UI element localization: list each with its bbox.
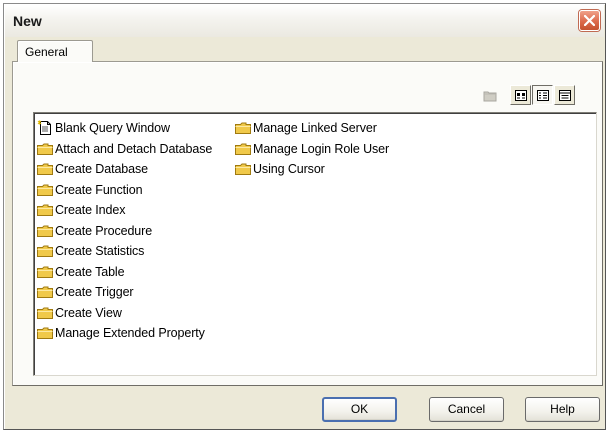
help-button[interactable]: Help — [525, 397, 600, 422]
folder-icon — [37, 163, 53, 175]
folder-icon — [235, 122, 251, 134]
list-column-2: Manage Linked Server Manage Login Role U… — [235, 120, 389, 182]
list-item-folder[interactable]: Manage Login Role User — [235, 141, 389, 162]
list-item-blank-query-window[interactable]: Blank Query Window — [37, 120, 212, 141]
list-item-folder[interactable]: Create Database — [37, 161, 212, 182]
folder-icon — [235, 143, 251, 155]
list-item-folder[interactable]: Create Function — [37, 182, 212, 203]
up-folder-button[interactable] — [479, 85, 500, 105]
folder-icon — [37, 266, 53, 278]
general-panel: Blank Query Window Attach and Detach Dat… — [12, 61, 603, 386]
folder-icon — [37, 204, 53, 216]
close-button[interactable] — [579, 10, 600, 31]
folder-icon — [37, 286, 53, 298]
list-item-label: Attach and Detach Database — [55, 141, 213, 156]
dialog-title: New — [13, 13, 42, 29]
list-item-folder[interactable]: Create View — [37, 305, 212, 326]
folder-icon — [235, 163, 251, 175]
title-bar[interactable]: New — [5, 5, 604, 37]
folder-icon — [37, 245, 53, 257]
list-item-folder[interactable]: Attach and Detach Database — [37, 141, 212, 162]
ok-button[interactable]: OK — [322, 397, 397, 422]
close-icon — [584, 15, 595, 26]
folder-icon — [37, 307, 53, 319]
list-item-label: Using Cursor — [253, 162, 325, 176]
new-document-icon — [37, 120, 51, 135]
folder-icon — [37, 143, 53, 155]
list-view-icon — [537, 90, 549, 101]
details-view-icon — [559, 90, 571, 101]
new-dialog: New General Blank Query Window Attach an… — [3, 3, 606, 430]
list-item-label: Create Statistics — [55, 244, 145, 258]
list-item-label: Blank Query Window — [55, 121, 170, 135]
list-view-button[interactable] — [532, 85, 553, 105]
list-item-folder[interactable]: Create Trigger — [37, 284, 212, 305]
folder-icon — [37, 327, 53, 339]
list-item-label: Create Function — [55, 182, 143, 197]
large-icons-view-button[interactable] — [510, 85, 531, 105]
cancel-button[interactable]: Cancel — [429, 397, 504, 422]
list-item-folder[interactable]: Manage Extended Property — [37, 325, 212, 346]
list-item-label: Create Procedure — [55, 223, 153, 238]
tab-general-label: General — [25, 45, 68, 59]
list-item-label: Create Trigger — [55, 285, 134, 299]
list-column-1: Blank Query Window Attach and Detach Dat… — [37, 120, 212, 346]
tab-general[interactable]: General — [17, 40, 93, 62]
list-item-folder[interactable]: Create Statistics — [37, 243, 212, 264]
large-icons-view-icon — [515, 90, 527, 101]
list-item-folder[interactable]: Create Table — [37, 264, 212, 285]
folder-icon — [37, 225, 53, 237]
template-list[interactable]: Blank Query Window Attach and Detach Dat… — [33, 112, 597, 376]
up-folder-icon — [483, 91, 497, 102]
list-item-label: Manage Extended Property — [55, 326, 205, 340]
list-item-label: Create Table — [55, 264, 125, 279]
list-item-label: Manage Linked Server — [253, 121, 377, 135]
list-item-label: Create Database — [55, 162, 149, 176]
details-view-button[interactable] — [554, 85, 575, 105]
list-item-label: Create View — [55, 305, 122, 320]
list-item-folder[interactable]: Create Procedure — [37, 223, 212, 244]
folder-icon — [37, 184, 53, 196]
list-item-label: Manage Login Role User — [253, 141, 390, 156]
list-item-folder[interactable]: Using Cursor — [235, 161, 389, 182]
list-item-folder[interactable]: Manage Linked Server — [235, 120, 389, 141]
list-item-label: Create Index — [55, 203, 126, 217]
list-item-folder[interactable]: Create Index — [37, 202, 212, 223]
